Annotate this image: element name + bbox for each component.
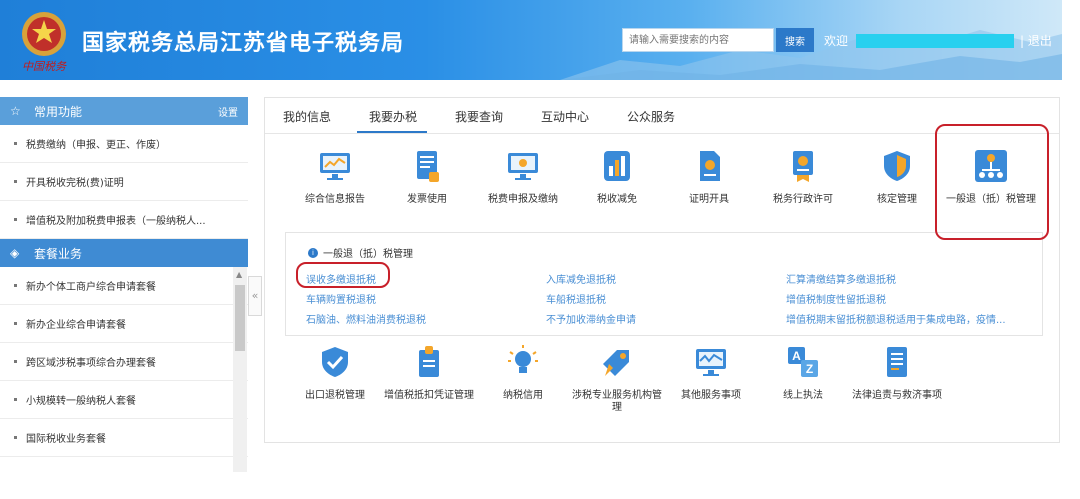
link-vehicle-purchase-refund[interactable]: 车辆购置税退税 xyxy=(306,291,376,306)
tile-tax-credit[interactable]: 纳税信用 xyxy=(475,344,571,402)
username-redacted xyxy=(856,34,1014,48)
svg-text:A: A xyxy=(792,349,801,363)
sidebar-item[interactable]: 新办个体工商户综合申请套餐 xyxy=(0,267,248,305)
bullet-icon xyxy=(14,360,17,363)
sidebar-item[interactable]: 新办企业综合申请套餐 xyxy=(0,305,248,343)
shield-icon xyxy=(884,151,910,181)
bullet-icon xyxy=(14,398,17,401)
tab-public-service[interactable]: 公众服务 xyxy=(627,108,675,125)
tab-my-info[interactable]: 我的信息 xyxy=(283,108,331,125)
tile-assessment[interactable]: 核定管理 xyxy=(849,148,945,206)
link-vat-credit-refund[interactable]: 增值税制度性留抵退税 xyxy=(786,291,886,306)
tab-query[interactable]: 我要查询 xyxy=(455,108,503,125)
tax-portal: 中国税务 国家税务总局江苏省电子税务局 搜索 欢迎 | 退出 ☆ 常用功能 设置… xyxy=(0,0,1080,499)
az-icon: AZ xyxy=(788,347,818,377)
tab-interaction[interactable]: 互动中心 xyxy=(541,108,589,125)
site-title: 国家税务总局江苏省电子税务局 xyxy=(82,31,405,56)
tile-admin-license[interactable]: 税务行政许可 xyxy=(755,148,851,206)
sidebar: ☆ 常用功能 设置 税费缴纳（申报、更正、作废） 开具税收完税(费)证明 增值税… xyxy=(0,97,248,472)
logout-link[interactable]: | 退出 xyxy=(1020,32,1052,49)
highlight-general-refund xyxy=(935,124,1049,240)
tile-professional-service[interactable]: 涉税专业服务机构管理 xyxy=(569,344,665,414)
link-settlement-overpaid-refund[interactable]: 汇算清缴结算多缴退抵税 xyxy=(786,271,896,286)
emblem-icon xyxy=(22,12,66,56)
scroll-thumb[interactable] xyxy=(235,285,245,351)
star-icon: ☆ xyxy=(10,104,21,118)
tile-online-enforcement[interactable]: AZ 线上执法 xyxy=(755,344,851,402)
stamp-doc-icon xyxy=(419,346,439,377)
sidebar-item[interactable]: 国际税收业务套餐 xyxy=(0,419,248,457)
bulb-icon xyxy=(508,345,538,373)
bullet-icon xyxy=(14,322,17,325)
sidebar-item[interactable]: 开具税收完税(费)证明 xyxy=(0,163,248,201)
tile-export-refund[interactable]: 出口退税管理 xyxy=(287,344,383,402)
svg-text:Z: Z xyxy=(806,362,813,376)
signature-mark: 中国税务 xyxy=(22,60,66,73)
certificate-icon xyxy=(700,151,720,181)
header-banner: 中国税务 国家税务总局江苏省电子税务局 搜索 欢迎 | 退出 xyxy=(0,0,1062,80)
link-vat-period-end-refund[interactable]: 增值税期末留抵税额退税适用于集成电路，疫情... xyxy=(786,311,1006,326)
active-tab-indicator xyxy=(357,131,427,133)
welcome-text: 欢迎 xyxy=(824,34,849,48)
tab-handle-tax[interactable]: 我要办税 xyxy=(369,108,417,125)
common-functions-header: ☆ 常用功能 设置 xyxy=(0,97,248,125)
tag-icon xyxy=(603,350,629,376)
tile-tax-declaration[interactable]: 税费申报及缴纳 xyxy=(475,148,571,206)
bullet-icon xyxy=(14,180,17,183)
bullet-icon xyxy=(14,284,17,287)
sidebar-item[interactable]: 小规模转一般纳税人套餐 xyxy=(0,381,248,419)
screen-icon xyxy=(508,153,538,180)
bar-chart-icon xyxy=(604,151,630,181)
settings-link[interactable]: 设置 xyxy=(218,104,238,119)
award-icon xyxy=(793,151,813,182)
common-functions-title: 常用功能 xyxy=(34,104,83,119)
search-input[interactable] xyxy=(622,28,774,52)
sidebar-item[interactable]: 增值税及附加税费申报表（一般纳税人... xyxy=(0,201,248,239)
link-late-fee-waiver[interactable]: 不予加收滞纳金申请 xyxy=(546,311,636,326)
sidebar-scrollbar[interactable]: ▲ xyxy=(233,267,247,472)
tile-comprehensive-report[interactable]: 综合信息报告 xyxy=(287,148,383,206)
sidebar-item[interactable]: 税费缴纳（申报、更正、作废） xyxy=(0,125,248,163)
tile-other-services[interactable]: 其他服务事项 xyxy=(663,344,759,402)
refund-submenu: i 一般退（抵）税管理 误收多缴退抵税 入库减免退抵税 汇算清缴结算多缴退抵税 … xyxy=(285,232,1043,336)
tile-legal-remedy[interactable]: 法律追责与救济事项 xyxy=(849,344,945,402)
link-vessel-tax-refund[interactable]: 车船税退抵税 xyxy=(546,291,606,306)
package-services-title: 套餐业务 xyxy=(34,246,83,261)
bullet-icon xyxy=(14,142,17,145)
package-list: 新办个体工商户综合申请套餐 新办企业综合申请套餐 跨区域涉税事项综合办理套餐 小… xyxy=(0,267,248,472)
tile-tax-relief[interactable]: 税收减免 xyxy=(569,148,665,206)
package-services-header[interactable]: ◈ 套餐业务 xyxy=(0,239,248,267)
link-warehousing-relief-refund[interactable]: 入库减免退抵税 xyxy=(546,271,616,286)
sidebar-item[interactable]: 跨区域涉税事项综合办理套餐 xyxy=(0,343,248,381)
search-button[interactable]: 搜索 xyxy=(776,28,814,52)
tile-vat-deduction[interactable]: 增值税抵扣凭证管理 xyxy=(381,344,477,402)
submenu-title: i 一般退（抵）税管理 xyxy=(308,245,413,260)
layers-icon: ◈ xyxy=(10,246,20,260)
info-icon: i xyxy=(308,247,318,258)
link-naphtha-fuel-refund[interactable]: 石脑油、燃料油消费税退税 xyxy=(306,311,426,326)
tile-invoice-use[interactable]: 发票使用 xyxy=(379,148,475,206)
list-doc-icon xyxy=(887,347,907,377)
shield-check-icon xyxy=(322,347,348,377)
collapse-sidebar-button[interactable]: « xyxy=(248,276,262,316)
document-icon xyxy=(417,151,439,182)
monitor-line-icon xyxy=(696,349,726,376)
bullet-icon xyxy=(14,436,17,439)
tile-certificate-issue[interactable]: 证明开具 xyxy=(661,148,757,206)
highlight-mistaken-refund-link xyxy=(296,262,390,288)
scroll-up-icon[interactable]: ▲ xyxy=(236,270,242,279)
monitor-chart-icon xyxy=(320,153,350,180)
bullet-icon xyxy=(14,218,17,221)
